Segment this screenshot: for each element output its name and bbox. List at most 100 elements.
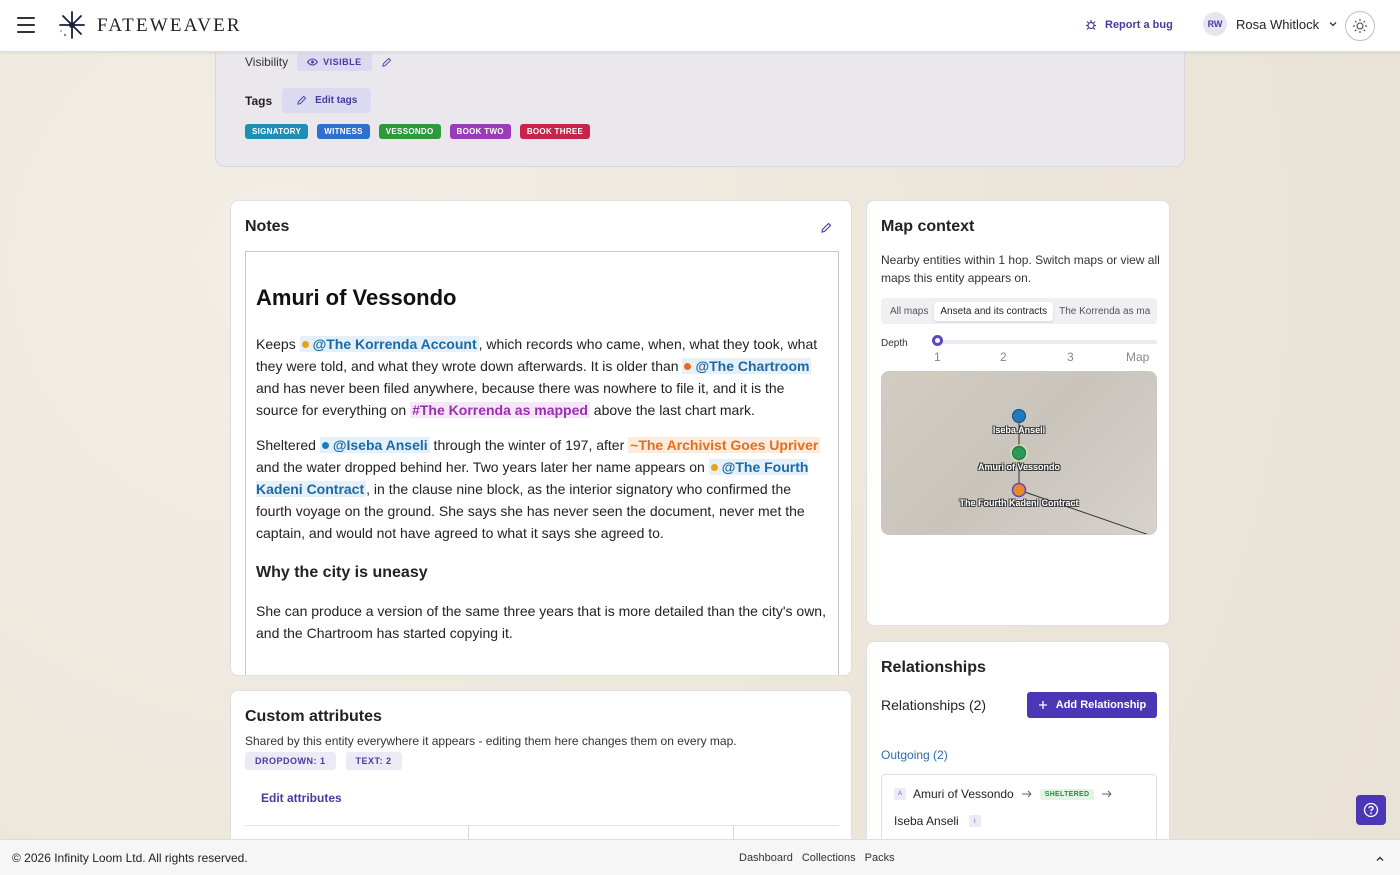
tab-anseta-contracts[interactable]: Anseta and its contracts bbox=[934, 301, 1054, 321]
report-bug-link[interactable]: Report a bug bbox=[1085, 19, 1173, 31]
relationships-count: Relationships (2) bbox=[881, 697, 987, 713]
edit-visibility-icon[interactable] bbox=[381, 57, 392, 68]
notes-heading: Amuri of Vessondo bbox=[256, 285, 457, 310]
mention-dot-icon bbox=[321, 442, 329, 449]
tag-chip[interactable]: BOOK TWO bbox=[449, 124, 511, 139]
depth-label: Depth bbox=[881, 338, 908, 349]
fateweaver-logo-icon[interactable] bbox=[56, 9, 88, 41]
map-node-label: The Fourth Kadeni Contract bbox=[959, 498, 1079, 508]
add-relationship-label: Add Relationship bbox=[1055, 699, 1147, 711]
add-relationship-button[interactable]: Add Relationship bbox=[1027, 692, 1157, 718]
mention-dot-icon bbox=[710, 464, 718, 471]
sun-icon bbox=[1353, 19, 1367, 33]
depth-tick: 1 bbox=[934, 350, 941, 364]
mention-dot-icon bbox=[301, 341, 309, 348]
notes-title: Notes bbox=[245, 218, 290, 235]
tag-chip[interactable]: WITNESS bbox=[317, 124, 370, 139]
text-run: Keeps bbox=[256, 336, 300, 352]
eye-icon bbox=[307, 58, 319, 66]
notes-subheading: Why the city is uneasy bbox=[256, 564, 428, 581]
text-run: through the winter of 197, after bbox=[429, 437, 629, 453]
hashtag-link[interactable]: #The Korrenda as mapped bbox=[410, 402, 590, 418]
map-node[interactable] bbox=[1012, 409, 1026, 423]
entity-type-badge: A bbox=[894, 788, 906, 800]
tags-label: Tags bbox=[245, 93, 273, 108]
menu-icon[interactable] bbox=[17, 17, 35, 33]
relationship-type-badge: SHELTERED bbox=[1039, 788, 1095, 800]
tag-chip[interactable]: BOOK THREE bbox=[519, 124, 591, 139]
mention-dot-icon bbox=[684, 363, 692, 370]
top-bar: FATEWEAVER Report a bug RW Rosa Whitlock bbox=[0, 0, 1400, 52]
relationship-target[interactable]: Iseba Anseli bbox=[894, 814, 959, 828]
depth-tick: Map bbox=[1126, 350, 1150, 364]
edit-notes-icon[interactable] bbox=[820, 222, 832, 234]
notes-paragraph: She can produce a version of the same th… bbox=[256, 603, 826, 641]
copyright-text: © 2026 Infinity Loom Ltd. All rights res… bbox=[12, 851, 248, 865]
help-button[interactable] bbox=[1356, 795, 1386, 825]
event-link[interactable]: ~The Archivist Goes Upriver bbox=[628, 437, 821, 453]
footer-link-packs[interactable]: Packs bbox=[865, 852, 895, 864]
relationships-title: Relationships bbox=[881, 659, 986, 676]
tab-all-maps[interactable]: All maps bbox=[884, 302, 934, 321]
tab-korrenda-as-mapped[interactable]: The Korrenda as ma bbox=[1053, 302, 1156, 321]
map-context-description: Nearby entities within 1 hop. Switch map… bbox=[881, 253, 1160, 285]
map-node[interactable] bbox=[1011, 482, 1027, 498]
tag-chip[interactable]: VESSONDO bbox=[378, 124, 441, 139]
bug-icon bbox=[1086, 20, 1096, 30]
plus-icon bbox=[1038, 701, 1047, 709]
avatar: RW bbox=[1203, 12, 1227, 36]
mention-label: @The Korrenda Account bbox=[312, 336, 477, 352]
mention-link[interactable]: @The Korrenda Account bbox=[299, 336, 479, 352]
custom-attributes-title: Custom attributes bbox=[245, 708, 382, 725]
map-node-label: Amuri of Vessondo bbox=[977, 462, 1061, 472]
help-icon bbox=[1363, 802, 1379, 818]
tag-list: SIGNATORY WITNESS VESSONDO BOOK TWO BOOK… bbox=[245, 124, 591, 139]
edit-tags-button[interactable]: Edit tags bbox=[282, 88, 372, 113]
depth-slider-track[interactable] bbox=[937, 340, 1157, 344]
notes-panel: Notes Amuri of Vessondo Keeps @The Korre… bbox=[230, 200, 852, 676]
user-menu[interactable]: RW Rosa Whitlock bbox=[1203, 12, 1338, 36]
tag-chip[interactable]: SIGNATORY bbox=[245, 124, 309, 139]
visibility-row: Visibility VISIBLE bbox=[245, 53, 392, 71]
footer-link-dashboard[interactable]: Dashboard bbox=[739, 852, 793, 864]
notes-paragraph: Keeps @The Korrenda Account, which recor… bbox=[256, 333, 828, 421]
text-run: and the water dropped behind her. Two ye… bbox=[256, 459, 709, 475]
relationship-target-row: Iseba Anseli i bbox=[894, 814, 981, 828]
relationship-source[interactable]: Amuri of Vessondo bbox=[913, 787, 1014, 801]
footer-links: Dashboard Collections Packs bbox=[739, 852, 895, 864]
footer-link-collections[interactable]: Collections bbox=[802, 852, 856, 864]
map-context-panel: Map context Nearby entities within 1 hop… bbox=[866, 200, 1170, 626]
map-node-label: Iseba Anseli bbox=[992, 425, 1046, 435]
notes-editor[interactable]: Amuri of Vessondo Keeps @The Korrenda Ac… bbox=[245, 251, 839, 675]
text-run: above the last chart mark. bbox=[589, 402, 755, 418]
relationships-panel: Relationships Relationships (2) Add Rela… bbox=[866, 641, 1170, 851]
outgoing-toggle[interactable]: Outgoing (2) bbox=[881, 748, 948, 762]
attribute-count-chips: DROPDOWN: 1 TEXT: 2 bbox=[245, 752, 402, 770]
chevron-up-icon[interactable] bbox=[1374, 853, 1386, 865]
chevron-down-icon bbox=[1329, 22, 1337, 27]
arrow-right-icon bbox=[1102, 790, 1113, 798]
mention-link[interactable]: @The Chartroom bbox=[682, 358, 812, 374]
brand-name: FATEWEAVER bbox=[97, 15, 242, 36]
footer: © 2026 Infinity Loom Ltd. All rights res… bbox=[0, 839, 1400, 875]
visibility-label: Visibility bbox=[245, 55, 289, 69]
tags-row: Tags Edit tags bbox=[245, 88, 372, 113]
info-icon[interactable]: i bbox=[968, 815, 981, 827]
mention-link[interactable]: @Iseba Anseli bbox=[319, 437, 430, 453]
visibility-badge: VISIBLE bbox=[297, 53, 372, 71]
mention-label: @The Chartroom bbox=[695, 358, 810, 374]
attribute-count-chip: DROPDOWN: 1 bbox=[245, 752, 336, 770]
text-run: Sheltered bbox=[256, 437, 320, 453]
depth-tick: 2 bbox=[1000, 350, 1007, 364]
report-bug-label: Report a bug bbox=[1105, 19, 1173, 31]
depth-slider-thumb[interactable] bbox=[932, 335, 943, 346]
pencil-icon bbox=[297, 95, 307, 105]
map-node[interactable] bbox=[1012, 446, 1026, 460]
theme-toggle-button[interactable] bbox=[1345, 11, 1375, 41]
relationship-row: A Amuri of Vessondo SHELTERED bbox=[894, 787, 1113, 801]
edit-attributes-link[interactable]: Edit attributes bbox=[261, 791, 342, 805]
notes-paragraph: Sheltered @Iseba Anseli through the wint… bbox=[256, 434, 828, 544]
mini-map[interactable]: Iseba Anseli Amuri of Vessondo The Fourt… bbox=[881, 371, 1157, 535]
mini-map-graph bbox=[1010, 409, 1148, 534]
mention-label: @Iseba Anseli bbox=[332, 437, 428, 453]
